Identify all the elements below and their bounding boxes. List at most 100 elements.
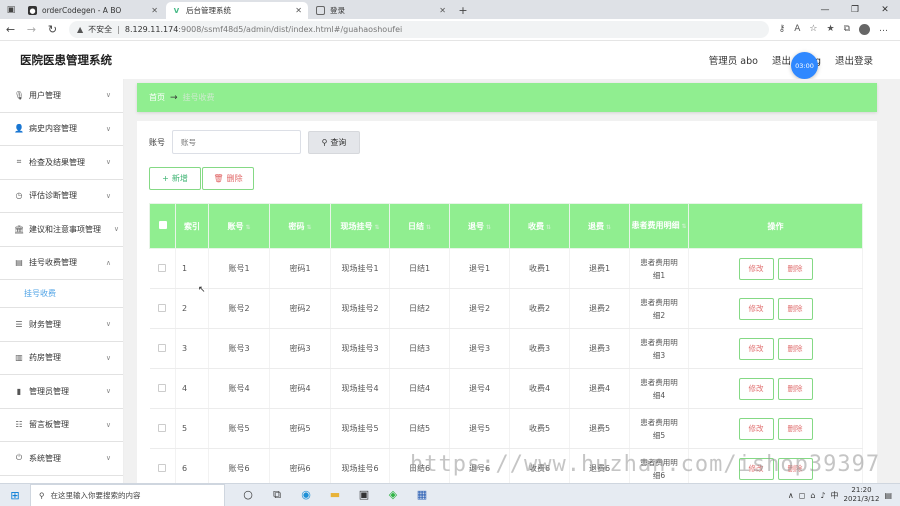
profile-icon[interactable] — [859, 24, 870, 35]
volume-icon[interactable]: ♪ — [820, 491, 825, 500]
col-header-fee[interactable]: 收费 ⇅ — [509, 203, 570, 249]
sidebar-item-users[interactable]: 🎙 用户管理 ∨ — [0, 79, 123, 113]
add-button[interactable]: + 新增 — [149, 167, 201, 190]
main-content: 首页 → 挂号收费 账号 ⚲ 查询 + 新增 🗑 删除 — [124, 79, 900, 489]
sidebar-item-advice[interactable]: 🏛 建议和注意事项管理 ∨ — [0, 213, 123, 247]
new-tab-icon[interactable]: + — [454, 2, 472, 19]
sidebar-item-label: 药房管理 — [29, 353, 61, 363]
task-view-icon[interactable]: ⧉ — [268, 488, 286, 502]
window-menu-icon[interactable]: ▣ — [0, 0, 22, 19]
sidebar-item-admins[interactable]: ▮ 管理员管理 ∨ — [0, 375, 123, 409]
favorite-icon[interactable]: ☆ — [809, 24, 817, 35]
row-checkbox[interactable] — [149, 368, 176, 409]
col-header-detail[interactable]: 患者费用明细 ⇅ — [629, 203, 689, 249]
row-checkbox[interactable] — [149, 328, 176, 369]
col-header-password[interactable]: 密码 ⇅ — [269, 203, 331, 249]
file-explorer-icon[interactable]: ▬ — [326, 488, 344, 502]
close-tab-icon[interactable]: ✕ — [439, 6, 446, 15]
store-icon[interactable]: ▣ — [355, 488, 373, 502]
edit-button[interactable]: 修改 — [738, 297, 774, 320]
breadcrumb-home[interactable]: 首页 — [149, 92, 165, 103]
search-button[interactable]: ⚲ 查询 — [308, 130, 360, 154]
sidebar-item-system[interactable]: ⏻ 系统管理 ∨ — [0, 442, 123, 476]
row-checkbox[interactable] — [149, 288, 176, 329]
row-checkbox[interactable] — [149, 248, 176, 289]
edit-button[interactable]: 修改 — [738, 337, 774, 360]
notification-icon[interactable]: ▤ — [884, 491, 892, 500]
wechat-icon[interactable]: ◈ — [384, 488, 402, 502]
col-header-cancel[interactable]: 退号 ⇅ — [449, 203, 510, 249]
network-icon[interactable]: ⌂ — [810, 491, 815, 500]
cortana-icon[interactable]: ○ — [239, 488, 257, 502]
restore-icon[interactable]: ❐ — [840, 0, 870, 19]
account-search-input[interactable] — [172, 130, 301, 154]
close-tab-icon[interactable]: ✕ — [295, 6, 302, 15]
timer-badge[interactable]: 03:00 — [791, 52, 818, 79]
clock[interactable]: 21:20 2021/3/12 — [844, 486, 880, 504]
edit-button[interactable]: 修改 — [738, 257, 774, 280]
tray-app-icon[interactable]: ◻ — [799, 491, 806, 500]
col-header-daily[interactable]: 日结 ⇅ — [389, 203, 450, 249]
col-header-onsite[interactable]: 现场挂号 ⇅ — [330, 203, 390, 249]
cell-cancel: 退号2 — [449, 288, 510, 329]
more-icon[interactable]: … — [879, 24, 888, 35]
favorites-list-icon[interactable]: ★ — [826, 24, 834, 35]
bulk-delete-button[interactable]: 🗑 删除 — [202, 167, 254, 190]
edge-icon[interactable]: ◉ — [297, 488, 315, 502]
edit-button[interactable]: 修改 — [738, 377, 774, 400]
logout-link[interactable]: 退出登录 — [835, 53, 873, 67]
sort-icon[interactable]: ⇅ — [546, 224, 551, 231]
app-header: 医院医患管理系统 管理员 abo 退出 g 退出登录 — [0, 41, 900, 79]
minimize-icon[interactable]: — — [810, 0, 840, 19]
sidebar-subitem-registration-fee[interactable]: 挂号收费 — [0, 280, 123, 308]
sort-icon[interactable]: ⇅ — [486, 224, 491, 231]
ime-label[interactable]: 中 — [831, 490, 839, 501]
reload-icon[interactable]: ↻ — [42, 23, 63, 36]
delete-button[interactable]: 删除 — [777, 377, 813, 400]
key-icon[interactable]: ⚷ — [779, 24, 786, 35]
person-icon: 👤 — [14, 124, 24, 134]
sidebar-item-history[interactable]: 👤 病史内容管理 ∨ — [0, 113, 123, 146]
delete-button[interactable]: 删除 — [777, 297, 813, 320]
sidebar-item-pharmacy[interactable]: ▥ 药房管理 ∨ — [0, 342, 123, 375]
edit-button[interactable]: 修改 — [738, 417, 774, 440]
taskbar-search[interactable]: ⚲ 在这里输入你要搜索的内容 — [30, 483, 225, 506]
windows-start-icon[interactable]: ⊞ — [0, 489, 30, 502]
collections-icon[interactable]: ⧉ — [844, 24, 850, 35]
sidebar-item-exams[interactable]: ⌗ 检查及结果管理 ∨ — [0, 146, 123, 180]
back-icon[interactable]: ← — [0, 23, 21, 36]
trash-icon: 🗑 — [213, 174, 224, 183]
read-aloud-icon[interactable]: A — [794, 24, 800, 35]
col-header-account[interactable]: 账号 ⇅ — [208, 203, 270, 249]
table-row: 3 账号3 密码3 现场挂号3 日结3 退号3 收费3 退费3 患者费用明 细3 … — [149, 328, 863, 369]
system-tray: ∧ ◻ ⌂ ♪ 中 21:20 2021/3/12 ▤ — [788, 486, 900, 504]
word-icon[interactable]: ▦ — [413, 488, 431, 502]
sort-icon[interactable]: ⇅ — [374, 224, 379, 231]
delete-button[interactable]: 删除 — [777, 337, 813, 360]
sidebar-item-diagnosis[interactable]: ◷ 评估诊断管理 ∨ — [0, 180, 123, 213]
forward-icon[interactable]: → — [21, 23, 42, 36]
sidebar-item-messages[interactable]: ☷ 留言板管理 ∨ — [0, 409, 123, 442]
browser-tab[interactable]: ● orderCodegen - A BO ✕ — [22, 2, 164, 19]
sidebar-item-finance[interactable]: ☰ 财务管理 ∨ — [0, 308, 123, 342]
search-label: 账号 — [149, 137, 165, 147]
col-header-refund[interactable]: 退费 ⇅ — [569, 203, 630, 249]
browser-tab-active[interactable]: V 后台管理系统 ✕ — [166, 2, 308, 19]
delete-button[interactable]: 删除 — [777, 417, 813, 440]
close-window-icon[interactable]: ✕ — [870, 0, 900, 19]
sort-icon[interactable]: ⇅ — [426, 224, 431, 231]
sort-icon[interactable]: ⇅ — [606, 224, 611, 231]
url-field[interactable]: ▲ 不安全 | 8.129.11.174:9008/ssmf48d5/admin… — [69, 21, 769, 38]
sidebar-item-registration[interactable]: ▤ 挂号收费管理 ∧ — [0, 247, 123, 280]
close-tab-icon[interactable]: ✕ — [151, 6, 158, 15]
tray-expand-icon[interactable]: ∧ — [788, 491, 794, 500]
select-all-checkbox[interactable] — [149, 203, 176, 249]
delete-button[interactable]: 删除 — [777, 257, 813, 280]
delete-button[interactable]: 删除 — [777, 457, 813, 480]
row-checkbox[interactable] — [149, 408, 176, 449]
sort-icon[interactable]: ⇅ — [681, 223, 686, 230]
edit-button[interactable]: 修改 — [738, 457, 774, 480]
sort-icon[interactable]: ⇅ — [245, 224, 250, 231]
browser-tab[interactable]: 登录 ✕ — [310, 2, 452, 19]
sort-icon[interactable]: ⇅ — [306, 224, 311, 231]
